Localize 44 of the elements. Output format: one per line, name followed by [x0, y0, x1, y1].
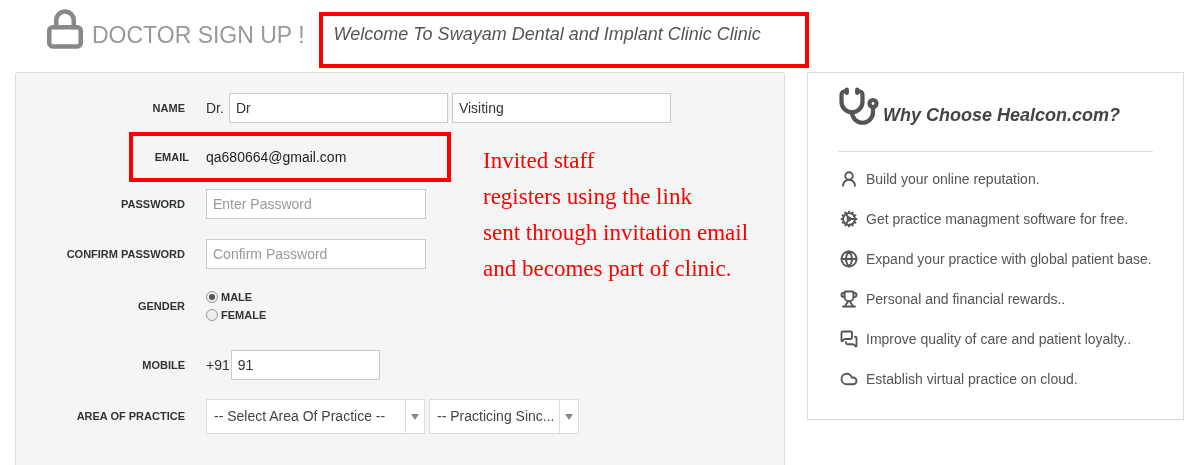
caret-icon [411, 413, 419, 420]
annotation-text: and becomes part of clinic. [483, 255, 733, 283]
name-field[interactable]: Dr [228, 93, 448, 123]
benefit-text: Personal and financial rewards.. [866, 289, 1066, 309]
cloud-icon [840, 370, 858, 388]
benefit-text: Improve quality of care and patient loyalty.. [866, 329, 1132, 349]
radio-label: MALE [221, 289, 253, 305]
radio-button[interactable] [206, 291, 218, 303]
email-value: qa680664@gmail.com [206, 147, 347, 167]
welcome-banner: Welcome To Swayam Dental and Implant Clinic Clinic [318, 12, 809, 68]
field-label: EMAIL [154, 150, 189, 163]
field-label: GENDER [137, 299, 185, 312]
radio-label: FEMALE [221, 307, 267, 323]
password-field[interactable]: Confirm Password [206, 239, 426, 269]
password-field[interactable]: Enter Password [206, 189, 426, 219]
select-dropdown[interactable]: -- Practicing Sinc... [429, 399, 579, 434]
benefit-text: Expand your practice with global patient base. [866, 249, 1152, 269]
panel-title: Why Choose Healcon.com? [883, 104, 1121, 127]
field-label: CONFIRM PASSWORD [66, 247, 185, 260]
field-label: NAME [152, 101, 185, 114]
lock-icon [44, 6, 86, 52]
benefit-text: Establish virtual practice on cloud. [866, 369, 1078, 389]
name-prefix: Dr. [206, 98, 224, 118]
field-label: AREA OF PRACTICE [76, 410, 185, 423]
benefit-text: Get practice managment software for free. [866, 209, 1129, 229]
mobile-field[interactable]: 91 [230, 350, 380, 380]
globe-icon [840, 250, 858, 268]
caret-icon [565, 413, 573, 420]
country-code: +91 [206, 355, 230, 375]
field-label: PASSWORD [121, 197, 185, 210]
annotation-text: Invited staff [483, 147, 596, 175]
select-value: -- Select Area Of Practice -- [214, 407, 386, 426]
name-field[interactable]: Visiting [451, 93, 671, 123]
select-value: -- Practicing Sinc... [437, 407, 555, 426]
page-title: DOCTOR SIGN UP ! [92, 21, 305, 50]
annotation-text: sent through invitation email [483, 219, 749, 247]
person-icon [840, 170, 858, 188]
select-dropdown[interactable]: -- Select Area Of Practice -- [206, 399, 425, 434]
chat-icon [840, 330, 858, 348]
annotation-text: registers using the link [483, 183, 693, 211]
field-label: MOBILE [142, 358, 185, 371]
radio-button[interactable] [206, 309, 218, 321]
trophy-icon [840, 290, 858, 308]
benefit-text: Build your online reputation. [866, 169, 1040, 189]
